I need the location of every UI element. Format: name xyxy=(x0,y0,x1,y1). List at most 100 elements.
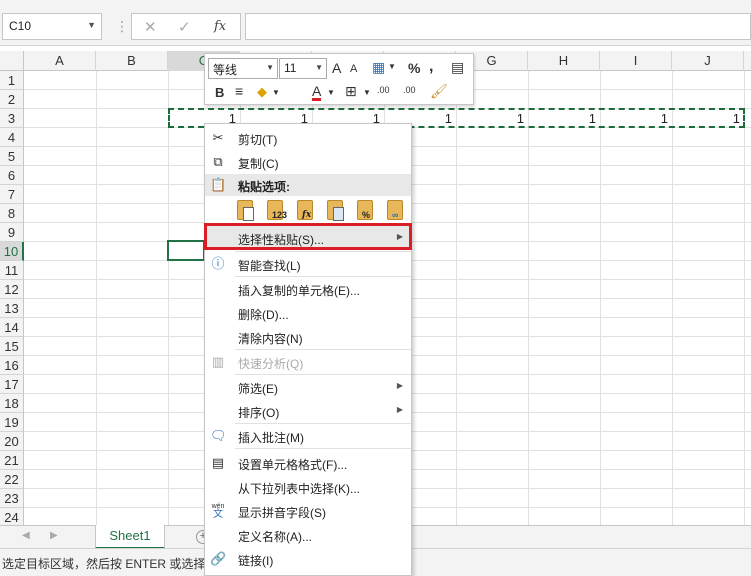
row-header-21[interactable]: 21 xyxy=(0,451,24,470)
sheet-tab-sheet1[interactable]: Sheet1 xyxy=(95,525,165,549)
row-header-9[interactable]: 9 xyxy=(0,223,24,242)
increase-decimal-icon[interactable]: .00 xyxy=(377,85,390,95)
name-box[interactable]: C10 ▼ xyxy=(2,13,102,40)
row-header-6[interactable]: 6 xyxy=(0,166,24,185)
chevron-down-icon: ▼ xyxy=(266,63,274,72)
comment-icon: 🗨 xyxy=(210,428,227,443)
paste-options-header: 📋 粘贴选项: xyxy=(205,174,411,196)
paste-icon[interactable] xyxy=(235,198,257,224)
menu-item-define-name[interactable]: 定义名称(A)... xyxy=(205,523,411,547)
column-header-b[interactable]: B xyxy=(96,51,168,71)
format-painter-icon[interactable]: 🖌 xyxy=(430,83,448,100)
font-color-icon[interactable]: A xyxy=(312,84,322,101)
increase-font-size-icon[interactable]: A xyxy=(332,60,341,76)
bold-icon[interactable]: B xyxy=(215,85,224,100)
row-header-18[interactable]: 18 xyxy=(0,394,24,413)
row-header-23[interactable]: 23 xyxy=(0,489,24,508)
row-header-24[interactable]: 24 xyxy=(0,508,24,525)
row-header-5[interactable]: 5 xyxy=(0,147,24,166)
font-size-select[interactable]: 11 ▼ xyxy=(279,58,327,79)
row-header-2[interactable]: 2 xyxy=(0,90,24,109)
column-header-i[interactable]: I xyxy=(600,51,672,71)
menu-item-label: 智能查找(L) xyxy=(238,259,301,273)
menu-item-label: 快速分析(Q) xyxy=(238,357,304,371)
menu-item-sort[interactable]: 排序(O) ▶ xyxy=(205,399,411,423)
row-header-11[interactable]: 11 xyxy=(0,261,24,280)
row-header-10[interactable]: 10 xyxy=(0,242,24,261)
menu-item-show-phonetic[interactable]: wén 文 显示拼音字段(S) xyxy=(205,499,411,523)
chevron-down-icon[interactable]: ▼ xyxy=(327,88,335,97)
paste-formulas-label: fx xyxy=(302,210,312,220)
menu-item-quick-analysis[interactable]: ▥ 快速分析(Q) xyxy=(205,350,411,374)
menu-item-clear-contents[interactable]: 清除内容(N) xyxy=(205,325,411,349)
scroll-left-icon[interactable]: ◀ xyxy=(22,530,30,541)
menu-item-label: 显示拼音字段(S) xyxy=(238,506,326,520)
align-center-icon[interactable]: ≡ xyxy=(235,83,243,99)
accounting-format-icon[interactable]: ▦ xyxy=(372,59,385,76)
insert-function-button[interactable]: fx xyxy=(214,19,226,34)
menu-item-pick-from-list[interactable]: 从下拉列表中选择(K)... xyxy=(205,475,411,499)
decrease-decimal-icon[interactable]: .00 xyxy=(403,85,416,95)
row-header-20[interactable]: 20 xyxy=(0,432,24,451)
row-header-15[interactable]: 15 xyxy=(0,337,24,356)
row-header-12[interactable]: 12 xyxy=(0,280,24,299)
formula-input[interactable] xyxy=(245,13,751,40)
paste-transpose-icon[interactable] xyxy=(325,198,347,224)
more-options-icon[interactable]: ⋮ xyxy=(115,18,129,35)
menu-item-label: 链接(I) xyxy=(238,554,274,568)
row-header-1[interactable]: 1 xyxy=(0,71,24,90)
context-menu: ✂ 剪切(T) ⧉ 复制(C) 📋 粘贴选项: 123 fx % ∞ 选择性粘贴… xyxy=(204,123,412,576)
scroll-right-icon[interactable]: ▶ xyxy=(50,530,58,541)
status-text: 选定目标区域，然后按 ENTER 或选择 xyxy=(2,557,206,571)
column-header-j[interactable]: J xyxy=(672,51,744,71)
column-header-a[interactable]: A xyxy=(24,51,96,71)
fill-color-icon[interactable]: ◆ xyxy=(257,84,267,100)
phonetic-icon: wén 文 xyxy=(210,503,226,520)
format-table-icon[interactable]: ▤ xyxy=(451,59,464,76)
enter-icon[interactable]: ✓ xyxy=(178,18,191,36)
row-header-16[interactable]: 16 xyxy=(0,356,24,375)
paste-link-icon[interactable]: ∞ xyxy=(385,198,407,224)
paste-values-icon[interactable]: 123 xyxy=(265,198,287,224)
chevron-down-icon[interactable]: ▼ xyxy=(388,62,396,71)
chevron-down-icon: ▼ xyxy=(315,63,323,72)
menu-item-smart-lookup[interactable]: ⓘ 智能查找(L) xyxy=(205,252,411,276)
mini-toolbar: 等线 ▼ 11 ▼ A A ▦ ▼ % , ▤ B ≡ ◆ ▼ A ▼ ⊞ ▼ … xyxy=(204,53,474,105)
menu-separator xyxy=(235,448,411,449)
row-header-14[interactable]: 14 xyxy=(0,318,24,337)
chevron-down-icon[interactable]: ▼ xyxy=(272,88,280,97)
chevron-down-icon[interactable]: ▼ xyxy=(363,88,371,97)
row-header-19[interactable]: 19 xyxy=(0,413,24,432)
percent-icon[interactable]: % xyxy=(408,60,420,76)
row-header-8[interactable]: 8 xyxy=(0,204,24,223)
font-name-select[interactable]: 等线 ▼ xyxy=(208,58,278,79)
select-all-corner[interactable] xyxy=(0,51,24,71)
menu-item-copy[interactable]: ⧉ 复制(C) xyxy=(205,150,411,174)
menu-item-insert-copied[interactable]: 插入复制的单元格(E)... xyxy=(205,277,411,301)
chevron-down-icon[interactable]: ▼ xyxy=(87,20,96,30)
menu-item-insert-comment[interactable]: 🗨 插入批注(M) xyxy=(205,424,411,448)
menu-item-format-cells[interactable]: ▤ 设置单元格格式(F)... xyxy=(205,451,411,475)
row-header-7[interactable]: 7 xyxy=(0,185,24,204)
borders-icon[interactable]: ⊞ xyxy=(345,83,357,100)
row-header-3[interactable]: 3 xyxy=(0,109,24,128)
column-header-h[interactable]: H xyxy=(528,51,600,71)
quick-analysis-icon: ▥ xyxy=(211,354,225,369)
cancel-icon[interactable]: ✕ xyxy=(144,18,157,36)
menu-item-label: 从下拉列表中选择(K)... xyxy=(238,482,360,496)
menu-item-hyperlink[interactable]: 🔗 链接(I) xyxy=(205,547,411,571)
row-header-22[interactable]: 22 xyxy=(0,470,24,489)
row-header-13[interactable]: 13 xyxy=(0,299,24,318)
menu-item-filter[interactable]: 筛选(E) ▶ xyxy=(205,375,411,399)
comma-style-icon[interactable]: , xyxy=(429,58,433,76)
paste-values-label: 123 xyxy=(272,210,288,220)
decrease-font-size-icon[interactable]: A xyxy=(350,63,357,75)
format-cells-icon: ▤ xyxy=(211,455,225,470)
active-cell-c10[interactable] xyxy=(167,240,205,261)
paste-formulas-icon[interactable]: fx xyxy=(295,198,317,224)
row-header-17[interactable]: 17 xyxy=(0,375,24,394)
menu-item-cut[interactable]: ✂ 剪切(T) xyxy=(205,126,411,150)
paste-formatting-icon[interactable]: % xyxy=(355,198,377,224)
menu-item-delete[interactable]: 删除(D)... xyxy=(205,301,411,325)
row-header-4[interactable]: 4 xyxy=(0,128,24,147)
